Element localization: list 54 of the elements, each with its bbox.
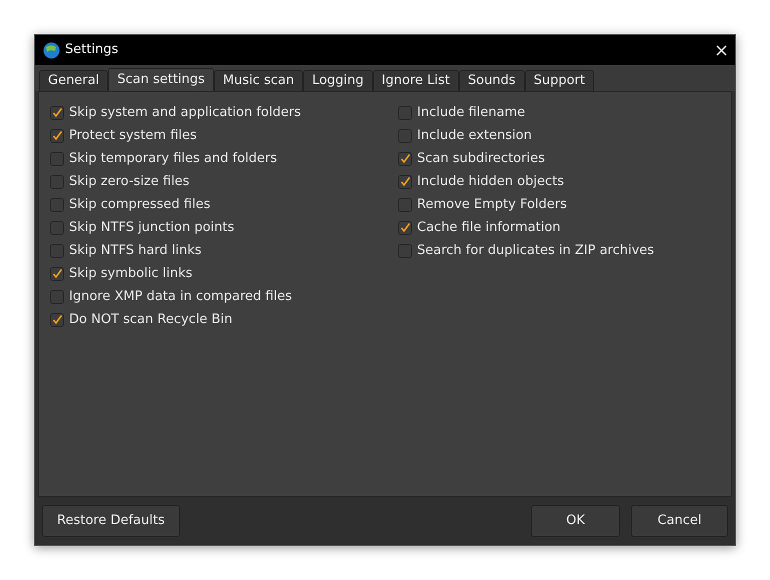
option-label[interactable]: Include hidden objects bbox=[417, 172, 564, 192]
checkbox[interactable] bbox=[50, 220, 64, 234]
option-label[interactable]: Do NOT scan Recycle Bin bbox=[69, 310, 232, 330]
checkbox[interactable] bbox=[398, 174, 412, 188]
tab[interactable]: Music scan bbox=[214, 70, 304, 91]
option-label[interactable]: Skip system and application folders bbox=[69, 102, 301, 122]
checkbox[interactable] bbox=[50, 174, 64, 188]
checkbox[interactable] bbox=[50, 152, 64, 166]
checkbox[interactable] bbox=[398, 198, 412, 212]
checkbox[interactable] bbox=[398, 152, 412, 166]
checkbox[interactable] bbox=[50, 198, 64, 212]
checkmark-icon bbox=[52, 268, 62, 279]
option-label[interactable]: Scan subdirectories bbox=[417, 148, 545, 168]
checkmark-icon bbox=[400, 153, 410, 164]
checkmark-icon bbox=[52, 107, 62, 118]
option-label[interactable]: Skip NTFS hard links bbox=[69, 240, 202, 260]
option-label[interactable]: Search for duplicates in ZIP archives bbox=[417, 240, 654, 260]
option-label[interactable]: Protect system files bbox=[69, 126, 197, 146]
window-title: Settings bbox=[65, 41, 118, 60]
cancel-button[interactable]: Cancel bbox=[631, 505, 728, 537]
checkbox[interactable] bbox=[50, 290, 64, 304]
checkbox[interactable] bbox=[50, 128, 64, 142]
option-label[interactable]: Include filename bbox=[417, 102, 526, 122]
option-label[interactable]: Include extension bbox=[417, 126, 532, 146]
tab[interactable]: General bbox=[39, 70, 108, 91]
checkmark-icon bbox=[400, 222, 410, 233]
checkmark-icon bbox=[52, 314, 62, 325]
checkmark-icon bbox=[52, 130, 62, 141]
tab[interactable]: Support bbox=[524, 70, 594, 91]
restore-defaults-button[interactable]: Restore Defaults bbox=[42, 505, 180, 537]
option-label[interactable]: Skip compressed files bbox=[69, 194, 210, 214]
checkbox[interactable] bbox=[50, 244, 64, 258]
checkbox[interactable] bbox=[398, 244, 412, 258]
checkbox[interactable] bbox=[398, 220, 412, 234]
checkbox[interactable] bbox=[398, 128, 412, 142]
option-label[interactable]: Ignore XMP data in compared files bbox=[69, 286, 292, 306]
option-label[interactable]: Remove Empty Folders bbox=[417, 194, 567, 214]
option-label[interactable]: Skip NTFS junction points bbox=[69, 218, 234, 238]
globe-icon bbox=[43, 42, 60, 58]
checkbox[interactable] bbox=[50, 106, 64, 120]
option-label[interactable]: Cache file information bbox=[417, 218, 561, 238]
checkbox[interactable] bbox=[398, 106, 412, 120]
checkmark-icon bbox=[400, 176, 410, 187]
close-icon[interactable] bbox=[716, 44, 727, 56]
ok-button[interactable]: OK bbox=[531, 505, 620, 537]
checkbox[interactable] bbox=[50, 312, 64, 326]
checkbox[interactable] bbox=[50, 266, 64, 280]
tab[interactable]: Ignore List bbox=[372, 70, 459, 91]
option-label[interactable]: Skip zero-size files bbox=[69, 172, 190, 192]
tab[interactable]: Logging bbox=[303, 70, 373, 91]
tab[interactable]: Sounds bbox=[458, 70, 525, 91]
option-label[interactable]: Skip temporary files and folders bbox=[69, 148, 278, 168]
tab[interactable]: Scan settings bbox=[108, 68, 214, 91]
option-label[interactable]: Skip symbolic links bbox=[69, 264, 192, 284]
